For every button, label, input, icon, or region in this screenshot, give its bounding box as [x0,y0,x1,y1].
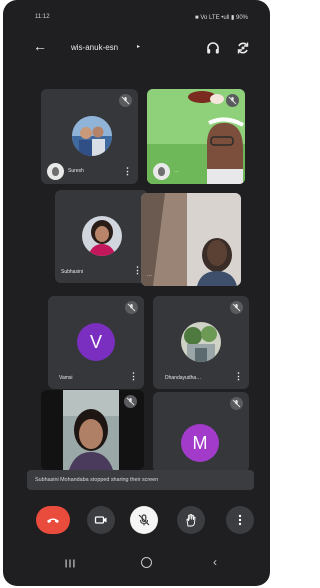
hand-icon [186,513,196,527]
participant-tile[interactable]: Dhandayudha… ⋮ [153,296,249,389]
meeting-code[interactable]: wis-anuk-esn [71,43,118,52]
presenting-badge-icon [153,163,170,180]
mic-off-icon [138,514,150,526]
participant-name: … [174,168,179,174]
participant-name: Vamsi [59,375,73,381]
participant-name: Suresh [68,168,84,174]
participant-video [141,193,241,286]
participant-name: Dhandayudha… [165,375,202,381]
mic-off-icon [230,301,243,314]
camera-flip-icon[interactable] [236,41,250,55]
participant-tile[interactable]: M [153,392,249,472]
arrow-left-icon[interactable]: ← [33,39,47,53]
participant-tile[interactable]: Suresh ⋮ [41,89,138,184]
nav-back-icon[interactable]: ‹ [213,555,217,569]
mic-off-icon [226,94,239,107]
end-call-button[interactable] [36,506,70,534]
avatar-initial: V [89,332,102,352]
mic-off-icon [124,395,137,408]
avatar-initial: M [192,433,208,453]
participant-name: Subhasini [61,269,83,275]
raise-hand-button[interactable] [177,506,205,534]
phone-screen: 11:12 ■ Vo LTE •ull ▮ 90% ← wis-anuk-esn… [3,0,270,586]
participant-tile[interactable]: Subhasini ⋮ [55,190,148,283]
avatar: V [77,323,115,361]
video-camera-icon [94,516,107,524]
phone-hangup-icon [47,518,59,523]
mic-off-icon [230,397,243,410]
more-vertical-icon[interactable]: ⋮ [234,372,243,381]
presenting-badge-icon [47,163,64,180]
call-header: ← wis-anuk-esn ▸ [3,30,270,66]
participant-tile[interactable]: V Vamsi ⋮ [48,296,144,389]
participant-tile[interactable]: … [141,193,241,286]
caret-right-icon[interactable]: ▸ [137,43,140,50]
mic-off-icon [125,301,138,314]
screen-share-toast: Subhasini Mohandaba stopped sharing thei… [27,470,254,490]
participant-tile[interactable]: … [147,89,245,184]
participant-name: … [147,272,152,278]
avatar [82,216,122,256]
avatar [181,322,221,362]
more-vertical-icon[interactable]: ⋮ [123,167,132,176]
mic-off-icon [119,94,132,107]
avatar: M [181,424,219,462]
more-vertical-icon [238,514,242,526]
microphone-button[interactable] [130,506,158,534]
recents-icon[interactable] [65,559,75,568]
more-options-button[interactable] [226,506,254,534]
status-indicators: ■ Vo LTE •ull ▮ 90% [195,15,248,21]
more-vertical-icon[interactable]: ⋮ [129,372,138,381]
camera-button[interactable] [87,506,115,534]
headphones-icon[interactable] [206,41,220,55]
home-circle-icon[interactable] [141,557,152,568]
avatar [72,116,112,156]
status-time: 11:12 [35,14,50,20]
status-bar: 11:12 ■ Vo LTE •ull ▮ 90% [3,0,270,30]
system-nav-bar: ‹ [3,552,270,576]
participant-tile[interactable] [41,390,144,470]
